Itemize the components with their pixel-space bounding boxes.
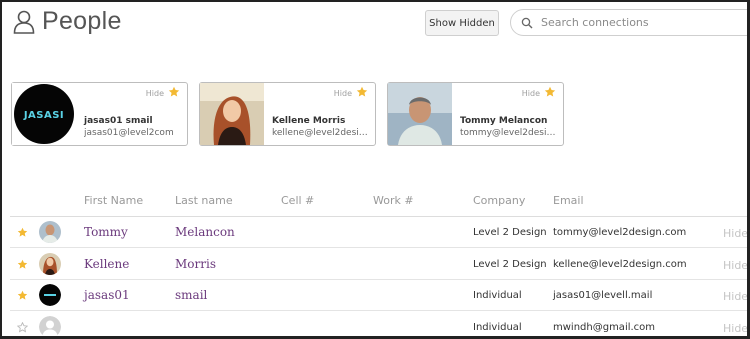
people-page: People Show Hidden JASASI Hide jasas01 s… (0, 0, 750, 339)
last-name-cell[interactable]: Morris (175, 257, 216, 271)
favorite-card[interactable]: Hide Tommy Melancon tommy@level2design.c… (387, 82, 564, 146)
avatar (39, 253, 61, 275)
avatar (39, 284, 61, 306)
hide-link[interactable]: Hide (522, 89, 540, 98)
email-cell: tommy@level2design.com (553, 227, 687, 238)
star-outline-icon[interactable] (17, 322, 28, 333)
hide-link[interactable]: Hide (723, 227, 747, 240)
company-cell: Level 2 Design (473, 259, 547, 270)
hide-link[interactable]: Hide (723, 259, 747, 272)
column-company[interactable]: Company (473, 194, 525, 207)
column-email[interactable]: Email (553, 194, 584, 207)
card-email: kellene@level2design.com (272, 128, 372, 138)
column-first-name[interactable]: First Name (84, 194, 143, 207)
star-icon[interactable] (17, 290, 28, 301)
search-input[interactable] (541, 16, 741, 29)
first-name-cell[interactable]: jasas01 (84, 288, 130, 302)
column-last-name[interactable]: Last name (175, 194, 233, 207)
column-work[interactable]: Work # (373, 194, 414, 207)
hide-link[interactable]: Hide (334, 89, 352, 98)
card-name: jasas01 smail (84, 116, 153, 126)
card-name: Tommy Melancon (460, 116, 548, 126)
page-title: People (42, 7, 122, 35)
avatar (39, 221, 61, 243)
last-name-cell[interactable]: Melancon (175, 225, 235, 239)
email-cell: jasas01@levell.mail (553, 290, 653, 301)
table-row[interactable]: Tommy Melancon Level 2 Design tommy@leve… (10, 217, 747, 248)
avatar-logo-text: JASASI (23, 110, 64, 121)
avatar: JASASI (12, 83, 76, 145)
avatar (388, 83, 452, 145)
company-cell: Individual (473, 290, 522, 301)
last-name-cell[interactable]: smail (175, 288, 207, 302)
favorite-card[interactable]: Hide Kellene Morris kellene@level2design… (199, 82, 376, 146)
star-icon[interactable] (356, 86, 368, 98)
search-box[interactable] (510, 9, 747, 36)
star-icon[interactable] (544, 86, 556, 98)
default-avatar-icon (39, 316, 61, 336)
search-icon (521, 17, 533, 28)
card-name: Kellene Morris (272, 116, 346, 126)
table-row[interactable]: Kellene Morris Level 2 Design kellene@le… (10, 249, 747, 280)
column-cell[interactable]: Cell # (281, 194, 314, 207)
star-icon[interactable] (168, 86, 180, 98)
hide-link[interactable]: Hide (723, 290, 747, 303)
favorite-card[interactable]: JASASI Hide jasas01 smail jasas01@level2… (11, 82, 188, 146)
star-icon[interactable] (17, 227, 28, 238)
star-icon[interactable] (17, 259, 28, 270)
email-cell: kellene@level2design.com (553, 259, 687, 270)
first-name-cell[interactable]: Kellene (84, 257, 129, 271)
table-row[interactable]: jasas01 smail Individual jasas01@levell.… (10, 280, 747, 311)
card-email: jasas01@level2com (84, 128, 174, 138)
avatar (200, 83, 264, 145)
hide-link[interactable]: Hide (723, 322, 747, 335)
show-hidden-button[interactable]: Show Hidden (425, 10, 499, 36)
company-cell: Individual (473, 322, 522, 333)
table-row[interactable]: Individual mwindh@gmail.com Hide (10, 312, 747, 336)
person-icon (13, 10, 35, 34)
company-cell: Level 2 Design (473, 227, 547, 238)
table-header: First Name Last name Cell # Work # Compa… (2, 191, 747, 215)
first-name-cell[interactable]: Tommy (84, 225, 128, 239)
card-email: tommy@level2design.com (460, 128, 560, 138)
hide-link[interactable]: Hide (146, 89, 164, 98)
email-cell: mwindh@gmail.com (553, 322, 656, 333)
